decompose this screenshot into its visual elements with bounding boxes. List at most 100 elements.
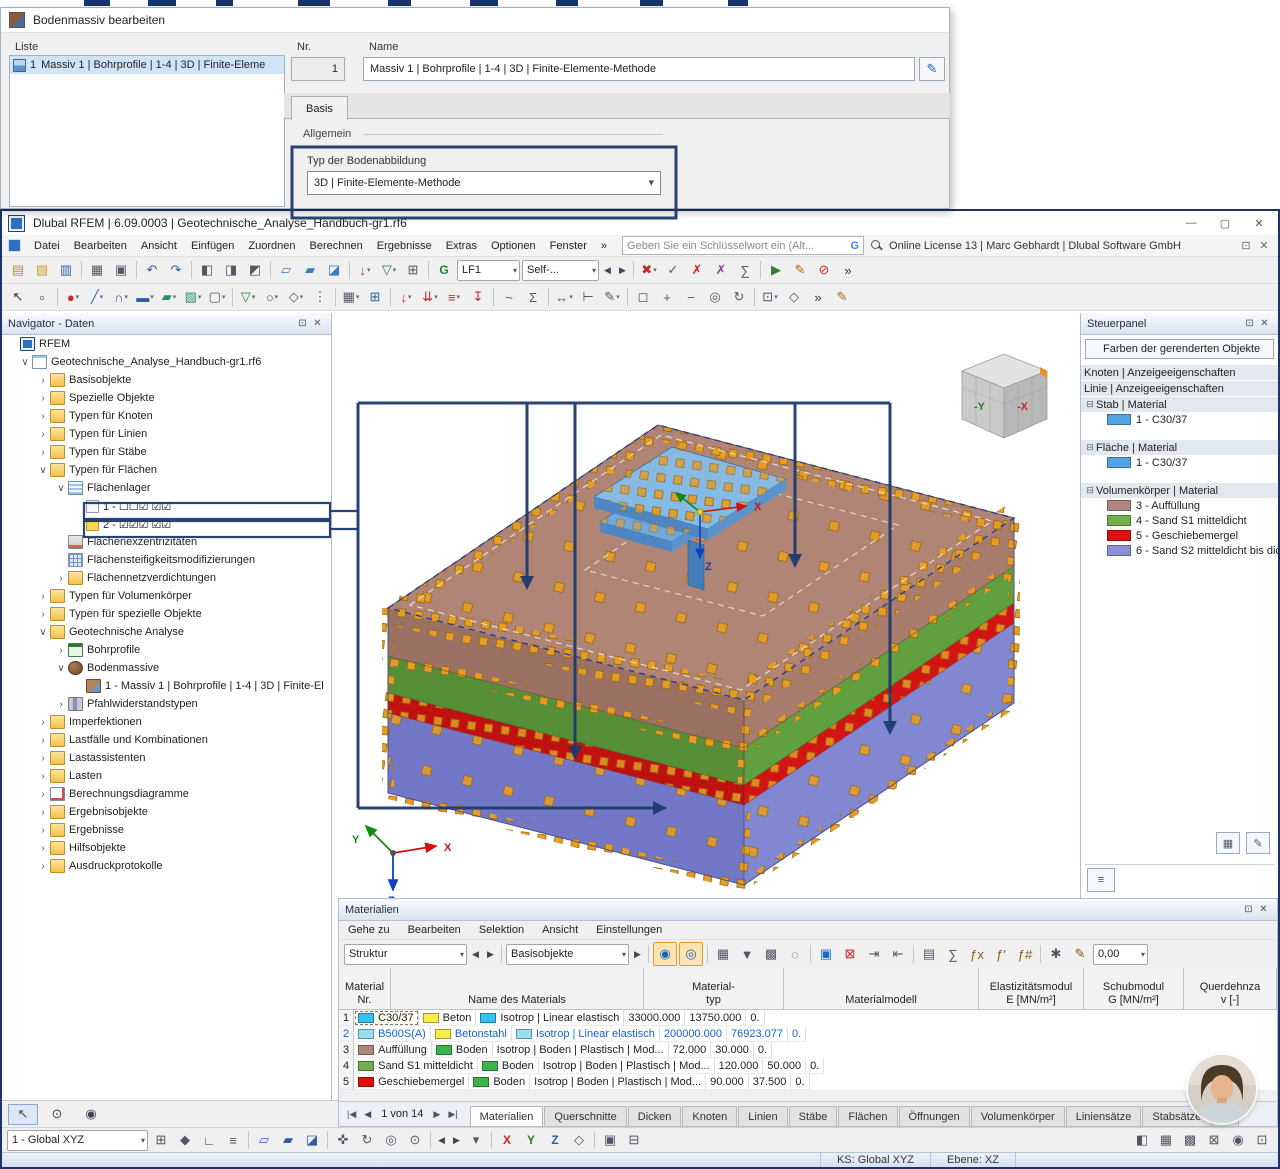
material-e-modulus[interactable]: 72.000 bbox=[668, 1042, 712, 1058]
materials-menu-item[interactable]: Selektion bbox=[470, 924, 533, 936]
insert-opening[interactable]: ▢ bbox=[206, 286, 228, 308]
tree-expander-icon[interactable]: ∨ bbox=[36, 627, 50, 638]
materials-header[interactable]: Materialien ⊡ ✕ bbox=[339, 899, 1277, 921]
column-header[interactable]: Elastizitätsmodul E [MN/m²] bbox=[979, 968, 1084, 1010]
table-filter[interactable]: ▼ bbox=[736, 943, 758, 965]
more-tools[interactable]: » bbox=[837, 259, 859, 281]
menu-item[interactable]: Bearbeiten bbox=[67, 235, 134, 256]
view-z[interactable]: Z bbox=[544, 1129, 566, 1151]
panels-toggle[interactable]: ◩ bbox=[244, 259, 266, 281]
tree-item[interactable]: ∨ Typen für Flächen bbox=[2, 461, 331, 479]
tree-item[interactable]: › Pfahlwiderstandstypen bbox=[2, 695, 331, 713]
table-tab[interactable]: Stäbe bbox=[788, 1106, 838, 1126]
view-direction[interactable]: ⊡ bbox=[759, 286, 781, 308]
tree-item[interactable]: › Basisobjekte bbox=[2, 371, 331, 389]
legend-item-sand-s1[interactable]: 4 - Sand S1 mitteldicht bbox=[1081, 513, 1278, 528]
menu-item[interactable]: Ergebnisse bbox=[370, 235, 439, 256]
tree-item[interactable]: › Lastfälle und Kombinationen bbox=[2, 731, 331, 749]
show-results[interactable]: ✓ bbox=[662, 259, 684, 281]
sync-model-to-table[interactable]: ◎ bbox=[679, 942, 703, 966]
zoom-view[interactable]: ◎ bbox=[380, 1129, 402, 1151]
material-type-cell[interactable]: Boden bbox=[469, 1074, 531, 1090]
tree-expander-icon[interactable]: › bbox=[36, 447, 50, 458]
dialog-titlebar[interactable]: Bodenmassiv bearbeiten bbox=[1, 8, 949, 33]
navigation-cube[interactable]: -Y -X bbox=[960, 353, 1049, 439]
zoom-out[interactable]: − bbox=[680, 286, 702, 308]
zoom-extents[interactable]: ⊙ bbox=[404, 1129, 426, 1151]
menu-item[interactable]: Fenster bbox=[543, 235, 594, 256]
tree-item[interactable]: › Lasten bbox=[2, 767, 331, 785]
prev-table[interactable]: ◀ bbox=[469, 943, 482, 965]
rotate-view-2[interactable]: ↻ bbox=[356, 1129, 378, 1151]
viewport-3d-scene[interactable]: X Z X Y Z bbox=[332, 313, 1080, 898]
tree-item[interactable]: Flächenexzentrizitäten bbox=[2, 533, 331, 551]
view-iso[interactable]: ◇ bbox=[568, 1129, 590, 1151]
tree-expander-icon[interactable]: ∨ bbox=[18, 357, 32, 368]
tree-item[interactable]: › Ergebnisobjekte bbox=[2, 803, 331, 821]
view-y[interactable]: Y bbox=[520, 1129, 542, 1151]
navigator-header[interactable]: Navigator - Daten ⊡ ✕ bbox=[2, 313, 331, 335]
tree-expander-icon[interactable]: ∨ bbox=[54, 663, 68, 674]
loadcase-combo[interactable]: LF1 bbox=[457, 259, 520, 281]
massif-name-input[interactable]: Massiv 1 | Bohrprofile | 1-4 | 3D | Fini… bbox=[363, 57, 915, 81]
material-e-modulus[interactable]: 90.000 bbox=[706, 1074, 749, 1090]
tree-item[interactable]: › Typen für Volumenkörper bbox=[2, 587, 331, 605]
tree-expander-icon[interactable]: › bbox=[54, 645, 68, 656]
legend-volumenkoerper-material[interactable]: Volumenkörper | Material bbox=[1081, 483, 1278, 498]
material-row[interactable]: 4 Sand S1 mitteldicht Boden Isotrop | Bo… bbox=[339, 1058, 1277, 1074]
panel-menu-button[interactable]: ≡ bbox=[1087, 868, 1115, 892]
close-panel-icon[interactable]: ✕ bbox=[310, 318, 325, 329]
material-poisson[interactable]: 0. bbox=[746, 1010, 765, 1026]
grid-toggle[interactable]: ⊞ bbox=[150, 1129, 172, 1151]
tree-expander-icon[interactable]: › bbox=[36, 789, 50, 800]
insert-surface[interactable]: ▰ bbox=[158, 286, 180, 308]
material-model-cell[interactable]: Isotrop | Boden | Plastisch | Mod... bbox=[530, 1074, 707, 1090]
open-file[interactable]: ▧ bbox=[31, 259, 53, 281]
view-x[interactable]: X bbox=[496, 1129, 518, 1151]
material-type-cell[interactable]: Boden bbox=[431, 1042, 493, 1058]
coordinate-system-status[interactable]: KS: Global XYZ bbox=[819, 1153, 930, 1167]
material-model-cell[interactable]: Isotrop | Boden | Plastisch | Mod... bbox=[538, 1058, 715, 1074]
render-mode-button[interactable]: ◧ bbox=[1131, 1129, 1153, 1151]
tree-item[interactable]: ∨ Bodenmassive bbox=[2, 659, 331, 677]
copy[interactable]: ▣ bbox=[110, 259, 132, 281]
tree-item[interactable]: › Ausdruckprotokolle bbox=[2, 857, 331, 875]
tree-expander-icon[interactable]: › bbox=[36, 843, 50, 854]
legend-item-auffuellung[interactable]: 3 - Auffüllung bbox=[1081, 498, 1278, 513]
imperfection[interactable]: ~ bbox=[498, 286, 520, 308]
select-mode-button[interactable]: ↖ bbox=[8, 1103, 38, 1125]
legend-gap[interactable] bbox=[1081, 427, 1278, 439]
tree-expander-icon[interactable]: ∨ bbox=[54, 483, 68, 494]
table-tab[interactable]: Linien bbox=[738, 1106, 788, 1126]
material-poisson[interactable]: 0. bbox=[787, 1026, 807, 1042]
rotate-view[interactable]: ↻ bbox=[728, 286, 750, 308]
next-group[interactable]: ▶ bbox=[631, 943, 644, 965]
column-header[interactable]: Querdehnza v [-] bbox=[1184, 968, 1277, 1010]
material-g-modulus[interactable]: 37.500 bbox=[748, 1074, 792, 1090]
tree-expander-icon[interactable]: ∨ bbox=[36, 465, 50, 476]
next-view[interactable]: ▶ bbox=[450, 1129, 463, 1151]
column-header[interactable]: Material Nr. bbox=[339, 968, 391, 1010]
tree-item[interactable]: 2 - ☑☑☑ ☑☑ bbox=[2, 515, 331, 533]
search-input[interactable]: Geben Sie ein Schlüsselwort ein (Alt... … bbox=[622, 236, 865, 255]
tree-expander-icon[interactable]: › bbox=[36, 807, 50, 818]
mesh-generate[interactable]: ⊞ bbox=[364, 286, 386, 308]
render-solid[interactable]: ▰ bbox=[299, 259, 321, 281]
table-colors[interactable]: ▩ bbox=[760, 943, 782, 965]
clip-button[interactable]: ⊠ bbox=[1203, 1129, 1225, 1151]
more-tools-2[interactable]: » bbox=[807, 286, 829, 308]
export-table[interactable]: ⇥ bbox=[863, 943, 885, 965]
table-tab[interactable]: Querschnitte bbox=[544, 1106, 627, 1126]
material-row[interactable]: 5 Geschiebemergel Boden Isotrop | Boden … bbox=[339, 1074, 1277, 1090]
tree-item[interactable]: › Hilfsobjekte bbox=[2, 839, 331, 857]
show-loads[interactable]: ↓ bbox=[354, 259, 376, 281]
legend-linie-header[interactable]: Linie | Anzeigeeigenschaften bbox=[1081, 381, 1278, 396]
tab-basis[interactable]: Basis bbox=[291, 96, 348, 120]
show-supports[interactable]: ▽ bbox=[378, 259, 400, 281]
float-panel-icon[interactable]: ⊡ bbox=[1242, 318, 1257, 329]
google-search[interactable]: G bbox=[433, 259, 455, 281]
table-tab[interactable]: Materialien bbox=[469, 1106, 544, 1126]
tree-item[interactable]: › Bohrprofile bbox=[2, 641, 331, 659]
viewport-3d[interactable]: X Z X Y Z bbox=[332, 313, 1080, 898]
decimal-places-combo[interactable]: 0,00 bbox=[1093, 943, 1148, 965]
